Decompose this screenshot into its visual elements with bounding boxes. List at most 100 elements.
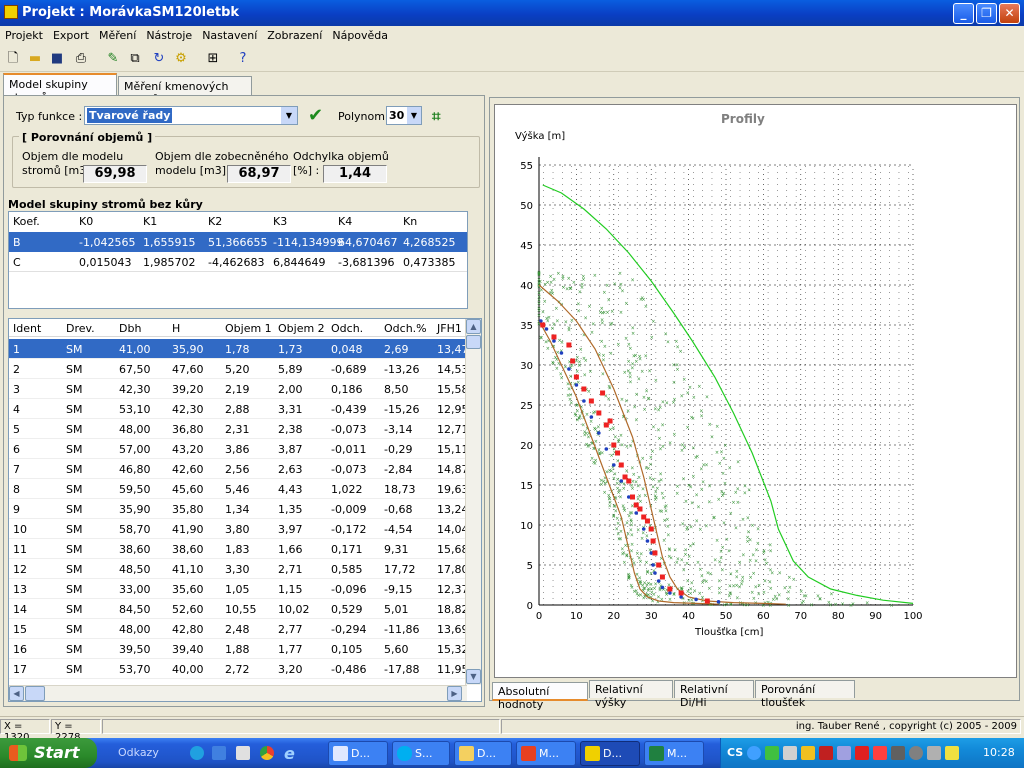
- table-row[interactable]: 11 SM 38,60 38,60 1,83 1,66 0,171 9,31 15,68: [9, 539, 465, 559]
- chevron-down-icon[interactable]: ▼: [281, 107, 297, 124]
- tray-shield-icon[interactable]: [765, 746, 779, 760]
- scatter-point: ×: [602, 290, 606, 296]
- tree-data-table[interactable]: Ident Drev. Dbh H Objem 1 Objem 2 Odch. …: [8, 318, 482, 702]
- menu-napoveda[interactable]: Nápověda: [327, 26, 393, 42]
- table-row[interactable]: 10 SM 58,70 41,90 3,80 3,97 -0,172 -4,54 14,04: [9, 519, 465, 539]
- scatter-point: ×: [792, 577, 796, 583]
- scroll-right-icon[interactable]: ▶: [447, 686, 462, 701]
- table-row[interactable]: 1 SM 41,00 35,90 1,78 1,73 0,048 2,69 13,47: [9, 339, 465, 359]
- outlook-icon[interactable]: [212, 746, 226, 760]
- close-button[interactable]: ✕: [999, 3, 1020, 24]
- minimize-button[interactable]: _: [953, 3, 974, 24]
- language-indicator[interactable]: CS: [727, 746, 743, 759]
- menu-projekt[interactable]: Projekt: [0, 26, 48, 42]
- scatter-point: ×: [624, 301, 628, 307]
- table-row[interactable]: 6 SM 57,00 43,20 3,86 3,87 -0,011 -0,29 15,11: [9, 439, 465, 459]
- start-button[interactable]: Start: [0, 738, 97, 768]
- table-row[interactable]: C 0,015043 1,985702 -4,462683 6,844649 -…: [9, 252, 467, 272]
- cell: SM: [66, 543, 83, 556]
- tab-porovnani-tloustek[interactable]: Porovnání tloušťek: [755, 680, 855, 709]
- new-file-icon[interactable]: 🗋: [4, 50, 22, 68]
- tray-app-icon[interactable]: [801, 746, 815, 760]
- table-row[interactable]: 2 SM 67,50 47,60 5,20 5,89 -0,689 -13,26 14,53: [9, 359, 465, 379]
- table-row[interactable]: 5 SM 48,00 36,80 2,31 2,38 -0,073 -3,14 12,71: [9, 419, 465, 439]
- tray-device-icon[interactable]: [891, 746, 905, 760]
- refresh-icon[interactable]: ↻: [150, 50, 168, 68]
- edit-icon[interactable]: ✎: [104, 50, 122, 68]
- restore-button[interactable]: ❐: [976, 3, 997, 24]
- tray-antivirus-icon[interactable]: [819, 746, 833, 760]
- tray-printer-icon[interactable]: [837, 746, 851, 760]
- taskbar-button-4[interactable]: M...: [516, 741, 576, 766]
- tray-messenger-icon[interactable]: [945, 746, 959, 760]
- table-row[interactable]: 15 SM 48,00 42,80 2,48 2,77 -0,294 -11,86 13,69: [9, 619, 465, 639]
- taskbar-button-3[interactable]: D...: [454, 741, 512, 766]
- quicklaunch-label[interactable]: Odkazy: [118, 746, 159, 759]
- menu-nastaveni[interactable]: Nastavení: [197, 26, 262, 42]
- scroll-left-icon[interactable]: ◀: [9, 686, 24, 701]
- taskbar-button-skype[interactable]: S...: [392, 741, 450, 766]
- table-row[interactable]: 3 SM 42,30 39,20 2,19 2,00 0,186 8,50 15,58: [9, 379, 465, 399]
- table-row[interactable]: 12 SM 48,50 41,10 3,30 2,71 0,585 17,72 17,80: [9, 559, 465, 579]
- chrome-icon[interactable]: [260, 746, 274, 760]
- taskbar-button-active[interactable]: D...: [580, 741, 640, 766]
- copy-icon[interactable]: ⧉: [126, 50, 144, 68]
- polynom-select[interactable]: 30 ▼: [386, 106, 422, 125]
- table-row[interactable]: 17 SM 53,70 40,00 2,72 3,20 -0,486 -17,88 11,95: [9, 659, 465, 679]
- menu-mereni[interactable]: Měření: [94, 26, 141, 42]
- scatter-point: ×: [658, 447, 662, 453]
- table-row[interactable]: 9 SM 35,90 35,80 1,34 1,35 -0,009 -0,68 13,24: [9, 499, 465, 519]
- scroll-thumb[interactable]: [466, 335, 481, 349]
- taskbar-button-1[interactable]: D...: [328, 741, 388, 766]
- tab-mereni-profilu[interactable]: Měření kmenových profilů: [118, 76, 252, 106]
- graph-icon[interactable]: ⌗: [432, 107, 440, 125]
- app-icon[interactable]: [236, 746, 250, 760]
- table-row[interactable]: 8 SM 59,50 45,60 5,46 4,43 1,022 18,73 19,63: [9, 479, 465, 499]
- table-row[interactable]: 16 SM 39,50 39,40 1,88 1,77 0,105 5,60 15,32: [9, 639, 465, 659]
- window-titlebar[interactable]: Projekt : MorávkaSM120letbk _ ❐ ✕: [0, 0, 1024, 26]
- scatter-point: ×: [729, 592, 733, 598]
- table-row[interactable]: 13 SM 33,00 35,60 1,05 1,15 -0,096 -9,15 12,37: [9, 579, 465, 599]
- help-icon[interactable]: ?: [234, 50, 252, 68]
- table-row[interactable]: 7 SM 46,80 42,60 2,56 2,63 -0,073 -2,84 14,87: [9, 459, 465, 479]
- save-icon[interactable]: ■: [48, 50, 66, 68]
- typ-funkce-select[interactable]: Tvarové řady ▼: [84, 106, 298, 125]
- scroll-up-icon[interactable]: ▲: [466, 319, 481, 334]
- tray-network-icon[interactable]: [783, 746, 797, 760]
- ie-icon[interactable]: e: [284, 744, 295, 763]
- scatter-point: ×: [572, 280, 576, 286]
- confirm-check-icon[interactable]: ✔: [308, 105, 323, 126]
- cell: 39,40: [172, 643, 204, 656]
- menu-zobrazeni[interactable]: Zobrazení: [262, 26, 327, 42]
- table-row[interactable]: B -1,042565 1,655915 51,366655 -114,1349…: [9, 232, 467, 252]
- menu-export[interactable]: Export: [48, 26, 94, 42]
- print-icon[interactable]: ⎙: [72, 50, 90, 68]
- media-icon[interactable]: [190, 746, 204, 760]
- menu-nastroje[interactable]: Nástroje: [141, 26, 197, 42]
- tray-alert-icon[interactable]: [855, 746, 869, 760]
- horizontal-scrollbar[interactable]: ◀ ▶: [9, 685, 467, 701]
- tab-relativni-vysky[interactable]: Relativní výšky: [589, 680, 673, 709]
- cell: 13: [13, 583, 27, 596]
- scroll-thumb[interactable]: [25, 686, 45, 701]
- cell: -3,14: [384, 423, 413, 436]
- scroll-down-icon[interactable]: ▼: [466, 669, 481, 684]
- status-empty: [102, 719, 500, 734]
- tab-absolutni[interactable]: Absolutní hodnoty: [492, 682, 588, 711]
- tray-disc-icon[interactable]: [909, 746, 923, 760]
- table-row[interactable]: 14 SM 84,50 52,60 10,55 10,02 0,529 5,01 18,82: [9, 599, 465, 619]
- scatter-point: ×: [691, 474, 695, 480]
- chevron-down-icon[interactable]: ▼: [407, 107, 421, 124]
- tools-icon[interactable]: ⚙: [172, 50, 190, 68]
- table-row[interactable]: 4 SM 53,10 42,30 2,88 3,31 -0,439 -15,26 12,95: [9, 399, 465, 419]
- model-coef-table[interactable]: Koef. K0 K1 K2 K3 K4 Kn B -1,042565 1,65…: [8, 211, 468, 309]
- tab-relativni-di-hi[interactable]: Relativní Di/Hi: [674, 680, 754, 709]
- network-icon[interactable]: ⊞: [204, 50, 222, 68]
- tray-ati-icon[interactable]: [873, 746, 887, 760]
- tray-arrow-icon[interactable]: [747, 746, 761, 760]
- taskbar-button-excel[interactable]: M...: [644, 741, 704, 766]
- tray-volume-icon[interactable]: [927, 746, 941, 760]
- tab-model-skupiny[interactable]: Model skupiny stromů: [3, 73, 117, 104]
- open-folder-icon[interactable]: ▬: [26, 50, 44, 68]
- vertical-scrollbar[interactable]: ▲ ▼: [465, 319, 481, 685]
